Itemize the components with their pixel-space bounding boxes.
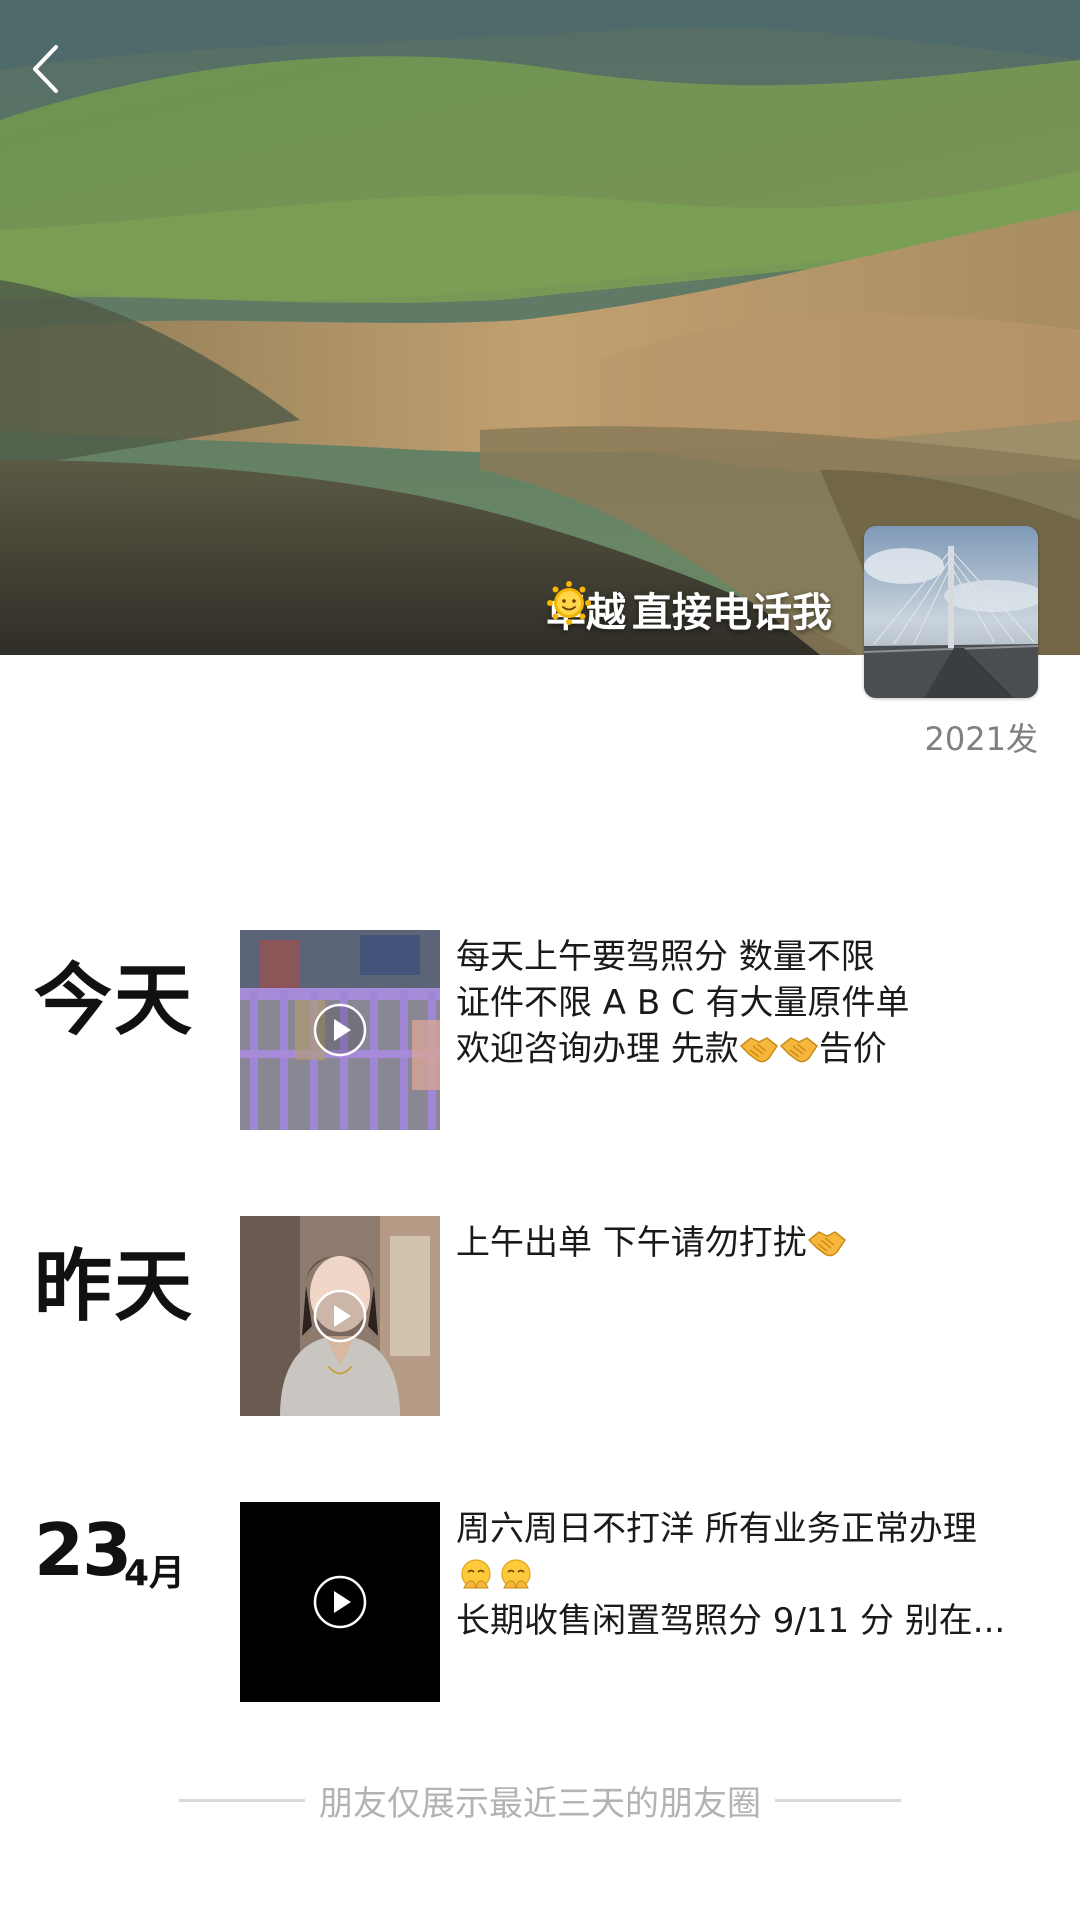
post-video-thumbnail[interactable] — [240, 930, 440, 1130]
handshake-icon — [740, 1037, 778, 1063]
post-text-line: 证件不限 A B C 有大量原件单 — [456, 983, 910, 1023]
post-date-day: 23 — [34, 1508, 132, 1592]
moments-footer: 朋友仅展示最近三天的朋友圈 — [0, 1770, 1080, 1830]
play-icon — [313, 1003, 367, 1057]
post-text-segment: 告价 — [818, 1029, 887, 1069]
footer-divider-right — [775, 1798, 901, 1802]
post-text-segment: 欢迎咨询办理 先款 — [456, 1029, 739, 1069]
footer-divider-left — [179, 1798, 305, 1802]
post-emoji-line — [456, 1552, 1046, 1598]
post-day-label: 昨天 — [34, 1242, 195, 1332]
play-icon — [313, 1289, 367, 1343]
post-video-thumbnail[interactable] — [240, 1502, 440, 1702]
avatar-bridge-image — [864, 526, 1038, 698]
footer-note: 朋友仅展示最近三天的朋友圈 — [319, 1783, 761, 1824]
profile-nickname: 卓越 直接电话我 — [546, 580, 832, 638]
sun-face-emoji-icon — [547, 581, 591, 625]
post-video-thumbnail[interactable] — [240, 1216, 440, 1416]
post-text-line: 周六周日不打洋 所有业务正常办理 — [456, 1509, 977, 1549]
avatar[interactable] — [864, 526, 1038, 698]
shushing-face-icon — [501, 1559, 531, 1589]
post-item[interactable]: 23 4月 周六周日不打洋 所有业务正常办理 长期收售闲置驾照分 9/11 分 … — [0, 1502, 1080, 1702]
post-text-line: 长期收售闲置驾照分 9/11 分 别在... — [456, 1601, 1006, 1641]
back-button[interactable] — [30, 44, 78, 104]
shushing-face-icon — [461, 1559, 491, 1589]
handshake-icon — [808, 1231, 846, 1257]
post-item[interactable]: 昨天 上午出单 下午请勿打扰 — [0, 1216, 1080, 1416]
post-text-line: 每天上午要驾照分 数量不限 — [456, 937, 875, 977]
post-text: 每天上午要驾照分 数量不限 证件不限 A B C 有大量原件单 欢迎咨询办理 先… — [456, 934, 1046, 1072]
post-text: 上午出单 下午请勿打扰 — [456, 1220, 1046, 1266]
play-icon — [313, 1575, 367, 1629]
chevron-left-icon — [33, 45, 58, 93]
moments-page: 卓越 直接电话我 2021发 今天 每天上午要驾照分 数量不限 证件不限 A B… — [0, 0, 1080, 1907]
handshake-icon — [780, 1037, 818, 1063]
profile-signature: 2021发 — [924, 720, 1038, 758]
post-text-line: 欢迎咨询办理 先款 告价 — [456, 1026, 1046, 1072]
post-text-segment: 上午出单 下午请勿打扰 — [456, 1223, 807, 1263]
nickname-part2: 直接电话我 — [632, 590, 832, 636]
post-item[interactable]: 今天 每天上午要驾照分 数量不限 证件不限 A B C 有大量原件单 欢迎咨询办… — [0, 930, 1080, 1130]
post-text: 周六周日不打洋 所有业务正常办理 长期收售闲置驾照分 9/11 分 别在... — [456, 1506, 1046, 1644]
post-date-month: 4月 — [124, 1553, 186, 1594]
post-text-line: 上午出单 下午请勿打扰 — [456, 1220, 1046, 1266]
post-day-label: 今天 — [34, 956, 195, 1046]
